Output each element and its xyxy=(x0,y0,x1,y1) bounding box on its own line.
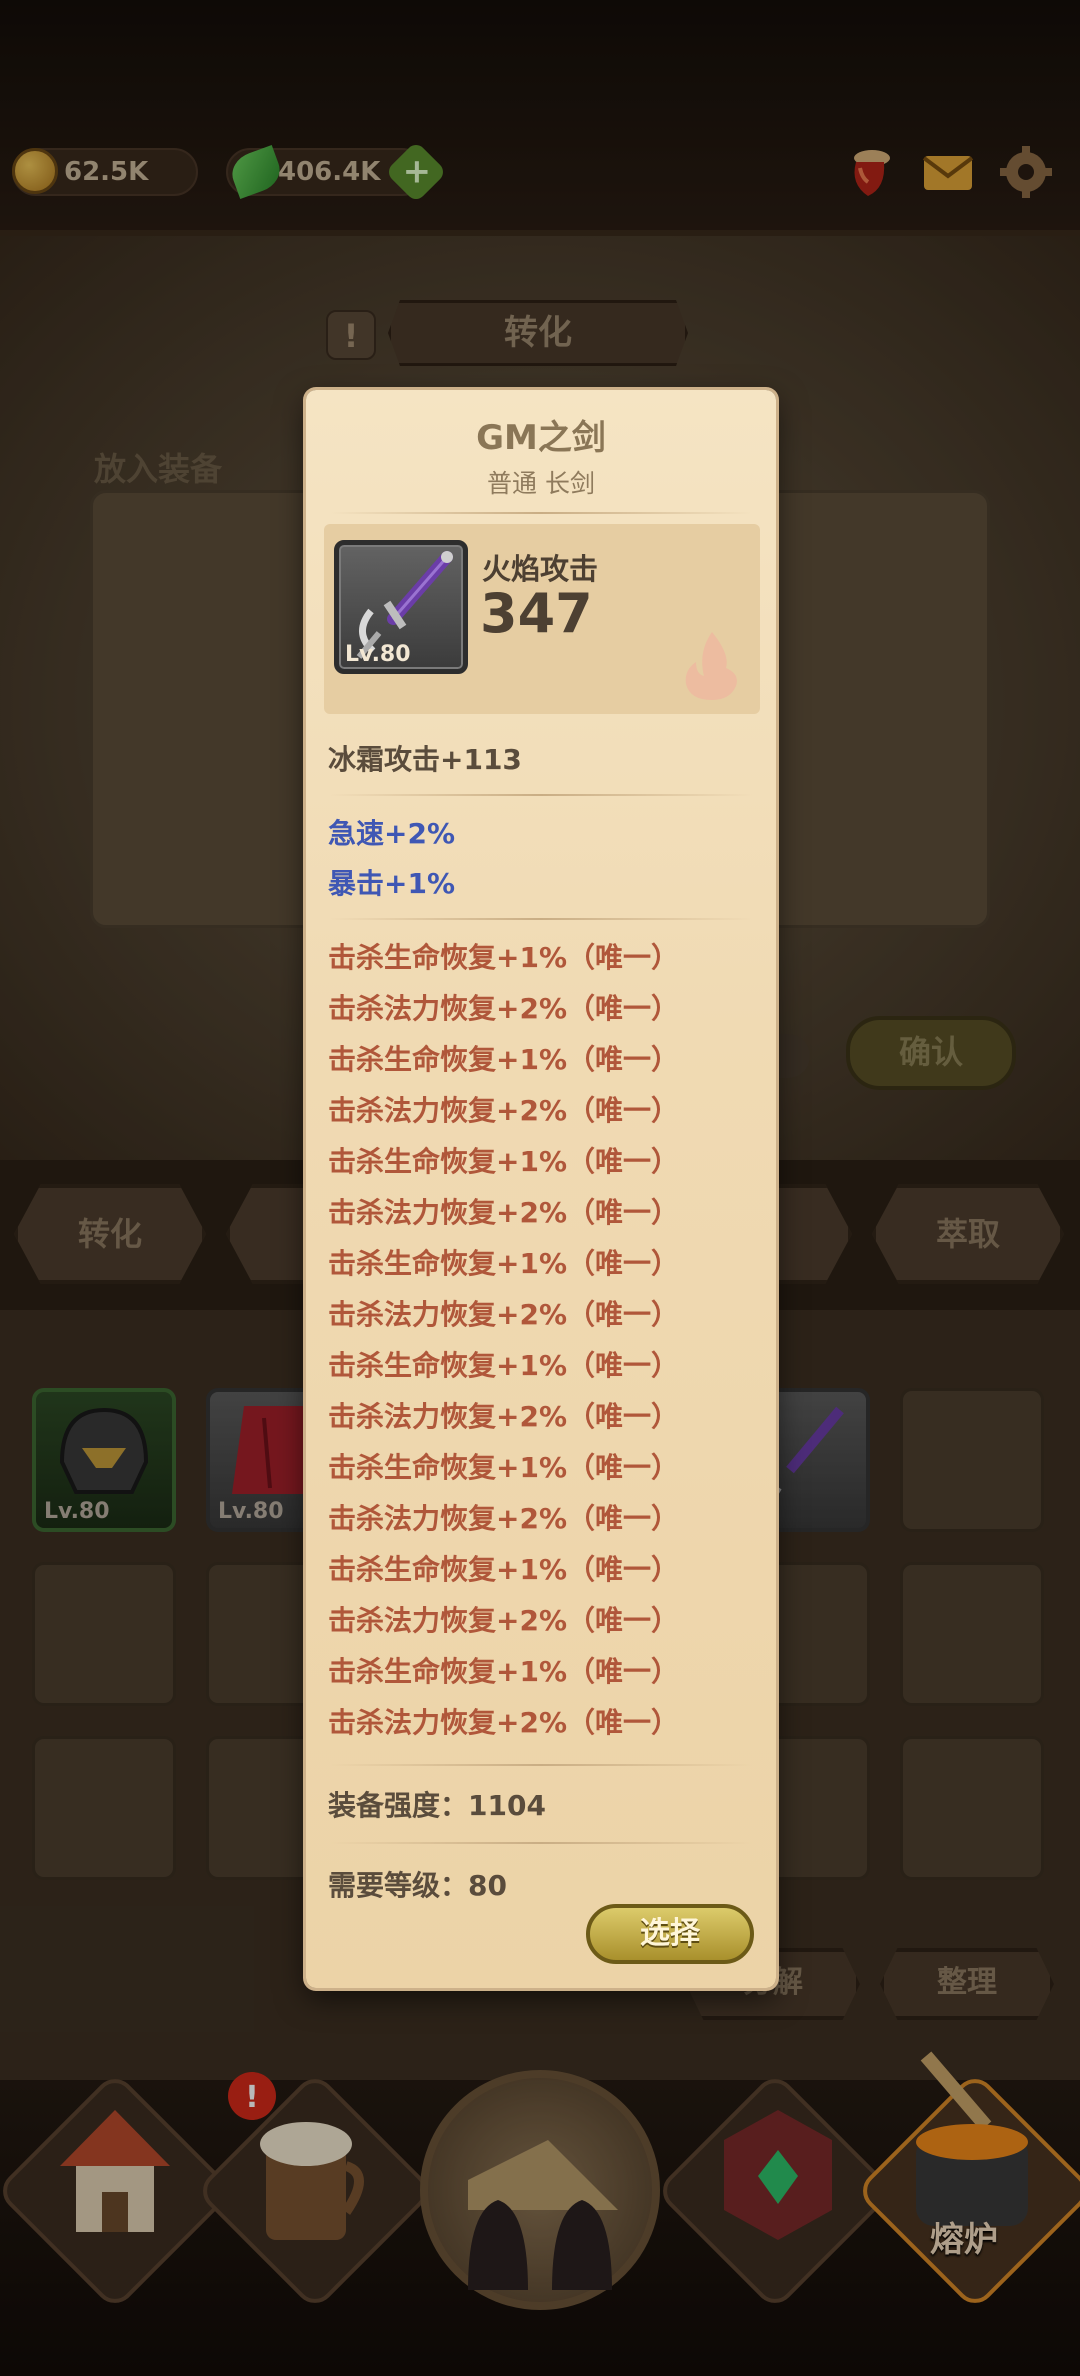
blue-stat: 暴击+1% xyxy=(328,867,455,900)
item-type: 普通 长剑 xyxy=(487,469,595,498)
fire-element-icon xyxy=(685,632,737,700)
equipment-power: 装备强度：1104 xyxy=(328,1789,546,1822)
unique-stat: 击杀法力恢复+2%（唯一） xyxy=(328,1400,679,1433)
unique-stat: 击杀法力恢复+2%（唯一） xyxy=(328,992,679,1025)
main-stat-value: 347 xyxy=(480,582,593,645)
unique-stat: 击杀生命恢复+1%（唯一） xyxy=(328,1553,679,1586)
unique-stat: 击杀法力恢复+2%（唯一） xyxy=(328,1604,679,1637)
unique-stat: 击杀生命恢复+1%（唯一） xyxy=(328,1043,679,1076)
required-level: 需要等级：80 xyxy=(328,1869,507,1902)
unique-stat: 击杀法力恢复+2%（唯一） xyxy=(328,1298,679,1331)
unique-stat: 击杀法力恢复+2%（唯一） xyxy=(328,1706,679,1739)
unique-stat: 击杀法力恢复+2%（唯一） xyxy=(328,1094,679,1127)
divider xyxy=(330,1764,752,1766)
unique-stat: 击杀法力恢复+2%（唯一） xyxy=(328,1196,679,1229)
divider xyxy=(330,918,752,920)
unique-stat: 击杀生命恢复+1%（唯一） xyxy=(328,1655,679,1688)
divider xyxy=(330,794,752,796)
select-button[interactable]: 选择 xyxy=(586,1904,754,1964)
divider xyxy=(330,512,752,514)
item-detail-card: GM之剑 普通 长剑 Lv.80 火焰攻击 347 冰霜攻击+113 急速+2%… xyxy=(306,390,776,1988)
main-stat-box: Lv.80 火焰攻击 347 xyxy=(324,524,760,714)
unique-stat: 击杀生命恢复+1%（唯一） xyxy=(328,1451,679,1484)
item-level: Lv.80 xyxy=(345,642,411,667)
unique-stat: 击杀生命恢复+1%（唯一） xyxy=(328,941,679,974)
item-name: GM之剑 xyxy=(476,418,606,458)
unique-stat: 击杀生命恢复+1%（唯一） xyxy=(328,1145,679,1178)
unique-stat: 击杀生命恢复+1%（唯一） xyxy=(328,1247,679,1280)
unique-stat: 击杀生命恢复+1%（唯一） xyxy=(328,1349,679,1382)
blue-stat: 急速+2% xyxy=(328,817,455,850)
unique-stat: 击杀法力恢复+2%（唯一） xyxy=(328,1502,679,1535)
divider xyxy=(330,1842,752,1844)
weapon-slot: Lv.80 xyxy=(334,540,468,674)
secondary-stat: 冰霜攻击+113 xyxy=(328,743,522,776)
